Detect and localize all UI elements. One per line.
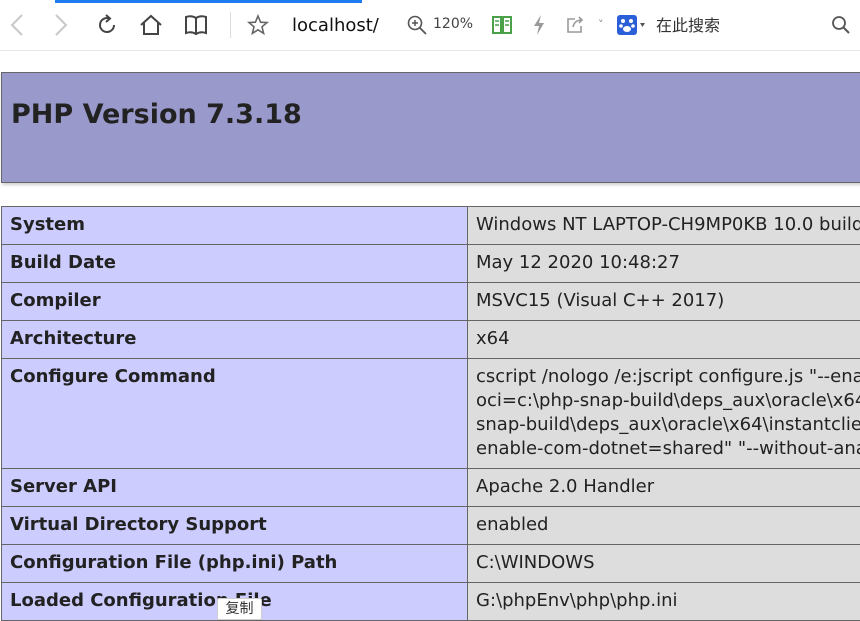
row-key: Configuration File (php.ini) Path bbox=[2, 545, 468, 583]
value-line: MSVC15 (Visual C++ 2017) bbox=[476, 289, 860, 313]
page-load-progress bbox=[55, 0, 362, 3]
search-button[interactable] bbox=[828, 12, 854, 38]
copy-tooltip[interactable]: 复制 bbox=[217, 598, 262, 620]
php-info-table: System Windows NT LAPTOP-CH9MP0KB 10.0 bu… bbox=[1, 206, 860, 621]
search-icon bbox=[831, 15, 851, 35]
row-key: Build Date bbox=[2, 245, 468, 283]
accelerate-button[interactable] bbox=[528, 12, 550, 38]
value-line: snap-build\deps_aux\oracle\x64\instantcl… bbox=[476, 413, 860, 437]
row-value: enabled bbox=[468, 507, 860, 545]
value-line: Apache 2.0 Handler bbox=[476, 475, 860, 499]
row-key: Architecture bbox=[2, 321, 468, 359]
arrow-right-icon bbox=[54, 13, 68, 37]
table-row: Server API Apache 2.0 Handler bbox=[2, 469, 860, 507]
share-icon bbox=[565, 15, 585, 35]
row-key: Server API bbox=[2, 469, 468, 507]
chevron-down-icon[interactable]: ˅ bbox=[598, 18, 604, 31]
row-value: cscript /nologo /e:jscript configure.js … bbox=[468, 359, 860, 469]
row-value: Apache 2.0 Handler bbox=[468, 469, 860, 507]
value-line: G:\phpEnv\php\php.ini bbox=[476, 589, 860, 613]
row-value: MSVC15 (Visual C++ 2017) bbox=[468, 283, 860, 321]
php-version-header: PHP Version 7.3.18 bbox=[1, 72, 860, 183]
arrow-left-icon bbox=[10, 13, 24, 37]
search-input[interactable] bbox=[656, 14, 816, 38]
refresh-icon bbox=[95, 13, 119, 37]
home-icon bbox=[138, 13, 164, 37]
refresh-button[interactable] bbox=[93, 11, 121, 39]
table-row: Compiler MSVC15 (Visual C++ 2017) bbox=[2, 283, 860, 321]
reader-mode-button[interactable] bbox=[489, 12, 515, 38]
star-icon bbox=[246, 13, 270, 37]
row-value: x64 bbox=[468, 321, 860, 359]
table-row: Loaded Configuration FileG:\phpEnv\php\p… bbox=[2, 583, 860, 621]
row-value: May 12 2020 10:48:27 bbox=[468, 245, 860, 283]
search-engine-selector[interactable] bbox=[615, 12, 647, 38]
value-line: x64 bbox=[476, 327, 860, 351]
value-line: oci=c:\php-snap-build\deps_aux\oracle\x6… bbox=[476, 389, 860, 413]
row-key: Compiler bbox=[2, 283, 468, 321]
table-row: Build Date May 12 2020 10:48:27 bbox=[2, 245, 860, 283]
value-line: Windows NT LAPTOP-CH9MP0KB 10.0 build bbox=[476, 213, 860, 237]
table-row: Virtual Directory Support enabled bbox=[2, 507, 860, 545]
page-title: PHP Version 7.3.18 bbox=[11, 99, 302, 130]
zoom-button[interactable] bbox=[405, 12, 429, 38]
row-key: Virtual Directory Support bbox=[2, 507, 468, 545]
forward-button[interactable] bbox=[48, 11, 74, 39]
toolbar-divider bbox=[230, 12, 231, 38]
lightning-icon bbox=[532, 14, 546, 36]
value-line: C:\WINDOWS bbox=[476, 551, 860, 575]
table-row: System Windows NT LAPTOP-CH9MP0KB 10.0 bu… bbox=[2, 207, 860, 245]
table-row: Configuration File (php.ini) Path C:\WIND… bbox=[2, 545, 860, 583]
open-book-icon bbox=[491, 15, 513, 35]
address-bar[interactable]: localhost/phpinfo.php bbox=[292, 14, 380, 38]
row-value: C:\WINDOWS bbox=[468, 545, 860, 583]
zoom-level[interactable]: 120% bbox=[433, 16, 473, 32]
row-key: System bbox=[2, 207, 468, 245]
zoom-in-icon bbox=[406, 14, 428, 36]
table-row: Configure Command cscript /nologo /e:jscr… bbox=[2, 359, 860, 469]
value-line: enabled bbox=[476, 513, 860, 537]
paw-icon bbox=[616, 14, 646, 36]
value-line: cscript /nologo /e:jscript configure.js … bbox=[476, 365, 860, 389]
reading-view-button[interactable] bbox=[182, 11, 210, 39]
value-line: enable-com-dotnet=shared" "--without-ana… bbox=[476, 437, 860, 461]
row-key: Configure Command bbox=[2, 359, 468, 469]
favorite-button[interactable] bbox=[244, 11, 272, 39]
home-button[interactable] bbox=[137, 11, 165, 39]
row-value: Windows NT LAPTOP-CH9MP0KB 10.0 build bbox=[468, 207, 860, 245]
table-row: Architecture x64 bbox=[2, 321, 860, 359]
value-line: May 12 2020 10:48:27 bbox=[476, 251, 860, 275]
row-value: G:\phpEnv\php\php.ini bbox=[468, 583, 860, 621]
share-button[interactable] bbox=[563, 12, 587, 38]
book-icon bbox=[183, 14, 209, 36]
back-button[interactable] bbox=[4, 11, 30, 39]
browser-toolbar: localhost/phpinfo.php 120% ˅ bbox=[0, 0, 860, 51]
